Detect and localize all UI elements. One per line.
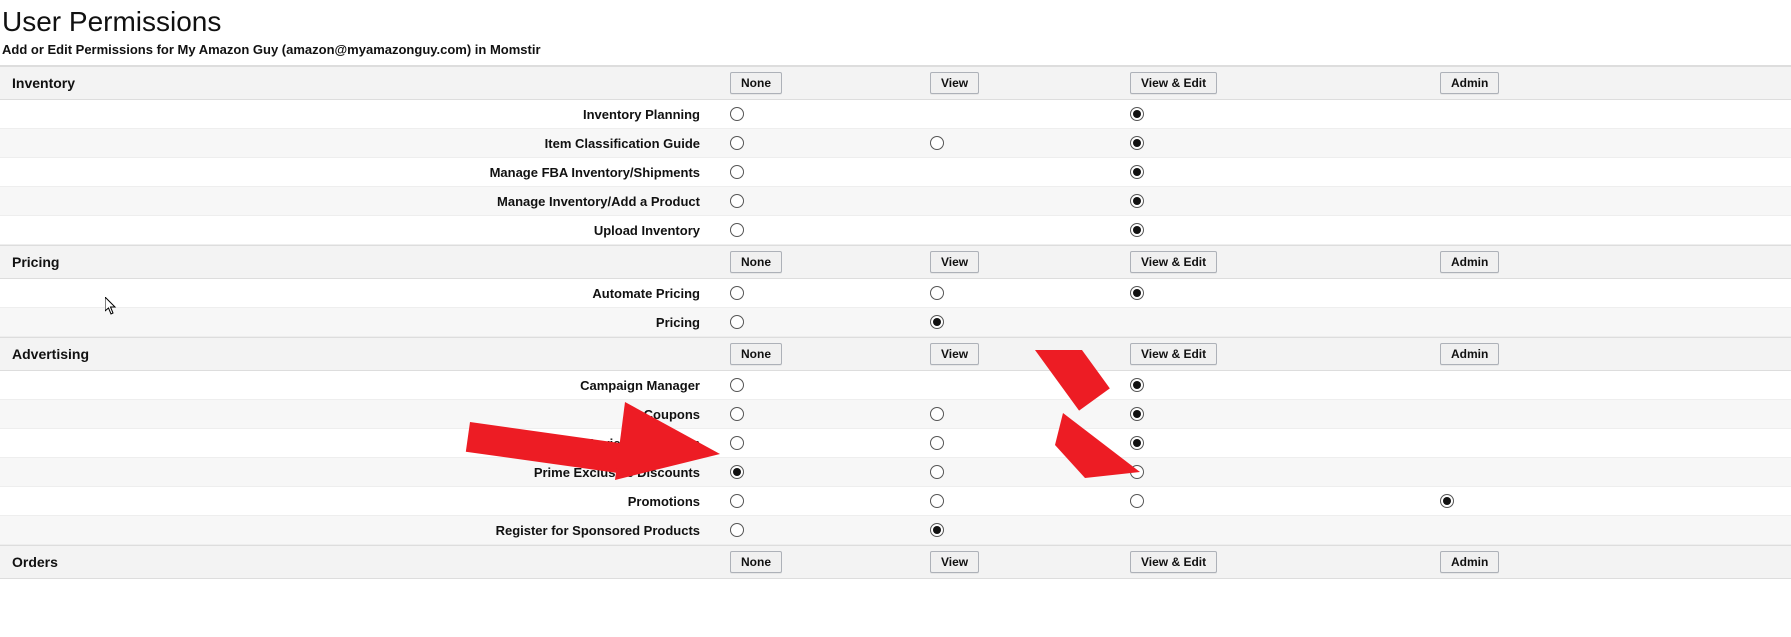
radio-none[interactable] <box>730 286 744 300</box>
page-title: User Permissions <box>0 0 1791 40</box>
col-header-vedit-button[interactable]: View & Edit <box>1130 72 1217 94</box>
radio-none[interactable] <box>730 494 744 508</box>
radio-none[interactable] <box>730 436 744 450</box>
radio-vedit[interactable] <box>1130 194 1144 208</box>
permission-row: Manage FBA Inventory/Shipments <box>0 158 1791 187</box>
col-header-view-button[interactable]: View <box>930 551 979 573</box>
col-header-admin-button[interactable]: Admin <box>1440 72 1499 94</box>
permission-row: Pricing <box>0 308 1791 337</box>
radio-vedit[interactable] <box>1130 286 1144 300</box>
permission-label: Promotions <box>0 494 710 509</box>
permission-label: Prime Exclusive Discounts <box>0 465 710 480</box>
permission-label: Upload Inventory <box>0 223 710 238</box>
radio-vedit[interactable] <box>1130 223 1144 237</box>
radio-none[interactable] <box>730 523 744 537</box>
permission-row: Manage Inventory/Add a Product <box>0 187 1791 216</box>
permission-label: Inventory Planning <box>0 107 710 122</box>
col-header-admin-button[interactable]: Admin <box>1440 551 1499 573</box>
section-name: Pricing <box>0 254 710 270</box>
radio-view[interactable] <box>930 436 944 450</box>
radio-vedit[interactable] <box>1130 465 1144 479</box>
section-name: Advertising <box>0 346 710 362</box>
col-header-admin-button[interactable]: Admin <box>1440 343 1499 365</box>
permission-row: Item Classification Guide <box>0 129 1791 158</box>
col-header-view-button[interactable]: View <box>930 343 979 365</box>
radio-view[interactable] <box>930 494 944 508</box>
col-header-admin-button[interactable]: Admin <box>1440 251 1499 273</box>
permission-label: Automate Pricing <box>0 286 710 301</box>
permission-label: Register for Sponsored Products <box>0 523 710 538</box>
permission-row: Inventory Planning <box>0 100 1791 129</box>
radio-none[interactable] <box>730 407 744 421</box>
col-header-none-button[interactable]: None <box>730 551 782 573</box>
radio-view[interactable] <box>930 136 944 150</box>
section-header: Inventory None View View & Edit Admin <box>0 66 1791 100</box>
radio-vedit[interactable] <box>1130 494 1144 508</box>
section-header: Pricing None View View & Edit Admin <box>0 245 1791 279</box>
permission-label: Item Classification Guide <box>0 136 710 151</box>
radio-none[interactable] <box>730 223 744 237</box>
permission-row: Register for Sponsored Products <box>0 516 1791 545</box>
col-header-vedit-button[interactable]: View & Edit <box>1130 343 1217 365</box>
col-header-vedit-button[interactable]: View & Edit <box>1130 551 1217 573</box>
radio-none[interactable] <box>730 107 744 121</box>
radio-none[interactable] <box>730 165 744 179</box>
permission-label: Manage Inventory/Add a Product <box>0 194 710 209</box>
permission-row: Prime Exclusive Discounts <box>0 458 1791 487</box>
col-header-none-button[interactable]: None <box>730 251 782 273</box>
permission-row: Early Reviewer Program <box>0 429 1791 458</box>
permission-row: Coupons <box>0 400 1791 429</box>
page-subtitle: Add or Edit Permissions for My Amazon Gu… <box>0 40 1791 66</box>
permission-label: Manage FBA Inventory/Shipments <box>0 165 710 180</box>
col-header-none-button[interactable]: None <box>730 343 782 365</box>
radio-vedit[interactable] <box>1130 407 1144 421</box>
radio-admin[interactable] <box>1440 494 1454 508</box>
permission-row: Campaign Manager <box>0 371 1791 400</box>
section-header: Advertising None View View & Edit Admin <box>0 337 1791 371</box>
radio-view[interactable] <box>930 315 944 329</box>
permission-row: Promotions <box>0 487 1791 516</box>
radio-none[interactable] <box>730 315 744 329</box>
radio-none[interactable] <box>730 194 744 208</box>
permission-label: Coupons <box>0 407 710 422</box>
col-header-vedit-button[interactable]: View & Edit <box>1130 251 1217 273</box>
section-header: Orders None View View & Edit Admin <box>0 545 1791 579</box>
radio-vedit[interactable] <box>1130 436 1144 450</box>
radio-vedit[interactable] <box>1130 378 1144 392</box>
permissions-table: InventoryNoneViewView & EditAdminInvento… <box>0 66 1791 579</box>
section-name: Inventory <box>0 75 710 91</box>
col-header-none-button[interactable]: None <box>730 72 782 94</box>
radio-none[interactable] <box>730 136 744 150</box>
radio-vedit[interactable] <box>1130 136 1144 150</box>
col-header-view-button[interactable]: View <box>930 251 979 273</box>
permission-label: Early Reviewer Program <box>0 436 710 451</box>
radio-view[interactable] <box>930 286 944 300</box>
radio-view[interactable] <box>930 465 944 479</box>
permission-row: Automate Pricing <box>0 279 1791 308</box>
permission-row: Upload Inventory <box>0 216 1791 245</box>
radio-view[interactable] <box>930 523 944 537</box>
col-header-view-button[interactable]: View <box>930 72 979 94</box>
radio-none[interactable] <box>730 465 744 479</box>
radio-vedit[interactable] <box>1130 165 1144 179</box>
permission-label: Campaign Manager <box>0 378 710 393</box>
radio-vedit[interactable] <box>1130 107 1144 121</box>
permission-label: Pricing <box>0 315 710 330</box>
section-name: Orders <box>0 554 710 570</box>
radio-none[interactable] <box>730 378 744 392</box>
radio-view[interactable] <box>930 407 944 421</box>
